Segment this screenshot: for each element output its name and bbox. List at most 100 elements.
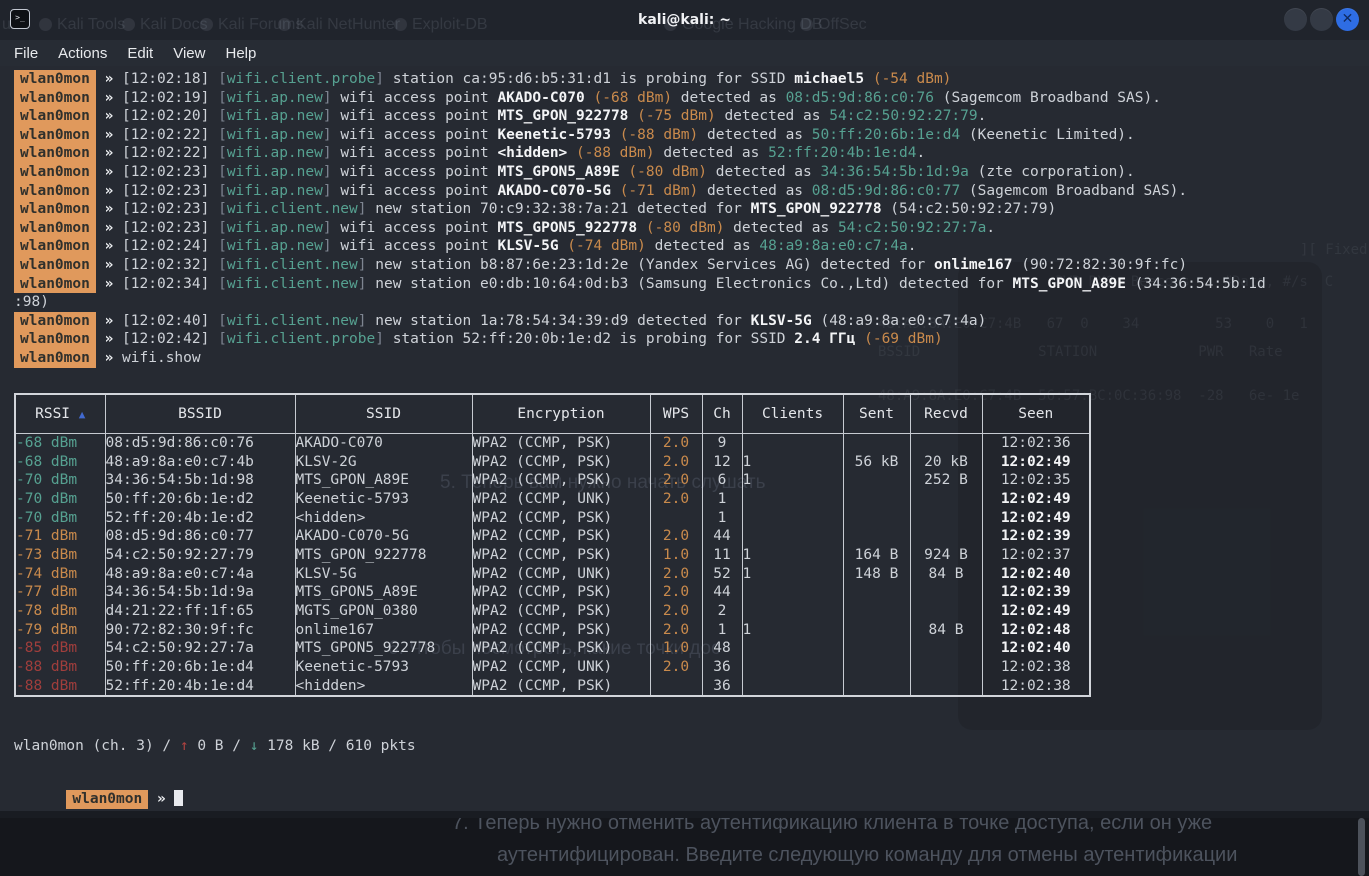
cell-bssid: 08:d5:9d:86:c0:76 <box>105 433 295 452</box>
prompt-arrow: » <box>96 276 122 292</box>
cell-bssid: 34:36:54:5b:1d:98 <box>105 471 295 490</box>
cell-ch: 44 <box>702 583 742 602</box>
prompt-arrow: » <box>96 201 122 217</box>
cell-ssid: Keenetic-5793 <box>295 490 472 509</box>
prompt-badge: wlan0mon <box>14 312 96 331</box>
minimize-button[interactable] <box>1284 8 1307 31</box>
cell-encryption: WPA2 (CCMP, PSK) <box>472 639 650 658</box>
cell-encryption: WPA2 (CCMP, PSK) <box>472 620 650 639</box>
cell-ssid: Keenetic-5793 <box>295 658 472 677</box>
cell-sent <box>843 676 910 696</box>
menu-item-view[interactable]: View <box>173 45 205 62</box>
cell-sent <box>843 490 910 509</box>
cell-rssi: -78 dBm <box>15 602 105 621</box>
cell-wps: 2.0 <box>650 433 702 452</box>
cell-bssid: 54:c2:50:92:27:7a <box>105 639 295 658</box>
cell-recvd: 924 B <box>910 546 982 565</box>
table-row: -79 dBm90:72:82:30:9f:fconlime167WPA2 (C… <box>15 620 1090 639</box>
cell-ch: 2 <box>702 602 742 621</box>
cell-rssi: -68 dBm <box>15 433 105 452</box>
cell-seen: 12:02:40 <box>982 564 1090 583</box>
cell-ssid: <hidden> <box>295 508 472 527</box>
cell-ch: 1 <box>702 620 742 639</box>
cell-wps: 2.0 <box>650 452 702 471</box>
cell-wps <box>650 676 702 696</box>
cell-sent <box>843 639 910 658</box>
terminal[interactable]: ][ FixedPWR RXQ Beacons #Data, #/s C48:A… <box>0 66 1369 818</box>
column-header-rssi: RSSI ▲ <box>15 394 105 434</box>
cell-ch: 9 <box>702 433 742 452</box>
cell-encryption: WPA2 (CCMP, UNK) <box>472 564 650 583</box>
log-line: wlan0mon » [12:02:19] [wifi.ap.new] wifi… <box>14 89 1369 108</box>
table-row: -74 dBm48:a9:8a:e0:c7:4aKLSV-5GWPA2 (CCM… <box>15 564 1090 583</box>
column-header-wps: WPS <box>650 394 702 434</box>
prompt-arrow: » <box>96 145 122 161</box>
cell-clients <box>742 527 843 546</box>
cell-encryption: WPA2 (CCMP, PSK) <box>472 452 650 471</box>
cell-clients <box>742 658 843 677</box>
table-row: -88 dBm50:ff:20:6b:1e:d4Keenetic-5793WPA… <box>15 658 1090 677</box>
table-row: -85 dBm54:c2:50:92:27:7aMTS_GPON5_922778… <box>15 639 1090 658</box>
prompt-arrow: » <box>96 238 122 254</box>
maximize-button[interactable] <box>1310 8 1333 31</box>
cell-seen: 12:02:38 <box>982 676 1090 696</box>
command-prompt[interactable]: wlan0mon » <box>14 772 1369 792</box>
cell-wps: 2.0 <box>650 583 702 602</box>
cell-ch: 11 <box>702 546 742 565</box>
cell-wps: 2.0 <box>650 471 702 490</box>
cell-sent: 164 B <box>843 546 910 565</box>
table-row: -73 dBm54:c2:50:92:27:79MTS_GPON_922778W… <box>15 546 1090 565</box>
cell-rssi: -88 dBm <box>15 658 105 677</box>
cell-ssid: MTS_GPON_922778 <box>295 546 472 565</box>
cell-ssid: MGTS_GPON_0380 <box>295 602 472 621</box>
menu-item-actions[interactable]: Actions <box>58 45 107 62</box>
menu-item-edit[interactable]: Edit <box>127 45 153 62</box>
cell-ssid: MTS_GPON5_922778 <box>295 639 472 658</box>
menu-item-help[interactable]: Help <box>225 45 256 62</box>
cell-recvd <box>910 433 982 452</box>
cell-clients: 1 <box>742 620 843 639</box>
cell-ch: 36 <box>702 658 742 677</box>
cell-clients <box>742 602 843 621</box>
cell-seen: 12:02:49 <box>982 452 1090 471</box>
log-line: wlan0mon » [12:02:34] [wifi.client.new] … <box>14 275 1369 294</box>
prompt-arrow: » <box>96 164 122 180</box>
column-header-ch: Ch <box>702 394 742 434</box>
prompt-arrow: » <box>96 220 122 236</box>
cell-ch: 12 <box>702 452 742 471</box>
cell-seen: 12:02:40 <box>982 639 1090 658</box>
cell-encryption: WPA2 (CCMP, PSK) <box>472 433 650 452</box>
cell-clients <box>742 639 843 658</box>
prompt-badge: wlan0mon <box>14 126 96 145</box>
cell-bssid: 48:a9:8a:e0:c7:4a <box>105 564 295 583</box>
menu-item-file[interactable]: File <box>14 45 38 62</box>
log-line: :98) <box>14 293 1369 312</box>
cell-ssid: onlime167 <box>295 620 472 639</box>
log-line: wlan0mon » [12:02:22] [wifi.ap.new] wifi… <box>14 126 1369 145</box>
cell-encryption: WPA2 (CCMP, PSK) <box>472 527 650 546</box>
cell-recvd: 252 B <box>910 471 982 490</box>
cell-bssid: 48:a9:8a:e0:c7:4b <box>105 452 295 471</box>
cell-rssi: -71 dBm <box>15 527 105 546</box>
column-header-seen: Seen <box>982 394 1090 434</box>
cell-rssi: -85 dBm <box>15 639 105 658</box>
table-row: -88 dBm52:ff:20:4b:1e:d4<hidden>WPA2 (CC… <box>15 676 1090 696</box>
cell-seen: 12:02:38 <box>982 658 1090 677</box>
cell-clients <box>742 433 843 452</box>
prompt-badge: wlan0mon <box>14 275 96 294</box>
cell-recvd <box>910 658 982 677</box>
cell-ch: 1 <box>702 490 742 509</box>
cell-seen: 12:02:48 <box>982 620 1090 639</box>
prompt-badge: wlan0mon <box>14 182 96 201</box>
cell-rssi: -88 dBm <box>15 676 105 696</box>
cell-seen: 12:02:49 <box>982 508 1090 527</box>
cell-sent <box>843 433 910 452</box>
cell-ch: 48 <box>702 639 742 658</box>
prompt-arrow: » <box>96 90 122 106</box>
cell-recvd <box>910 508 982 527</box>
cell-sent <box>843 471 910 490</box>
prompt-arrow: » <box>96 257 122 273</box>
cell-recvd <box>910 639 982 658</box>
scrollbar-thumb[interactable] <box>1358 818 1365 876</box>
close-button[interactable]: ✕ <box>1336 8 1359 31</box>
